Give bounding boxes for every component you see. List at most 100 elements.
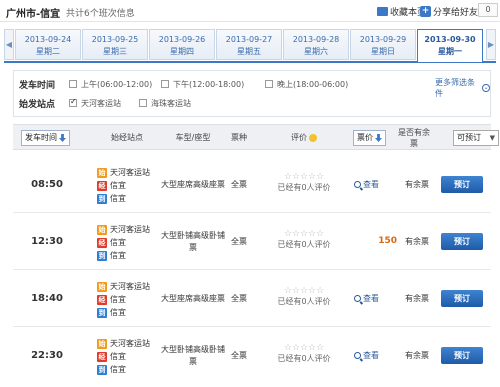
station-option-tianhe[interactable]: 天河客运站 — [69, 97, 139, 109]
station-name: 天河客运站 — [110, 168, 150, 177]
option-label: 下午(12:00-18:00) — [173, 79, 245, 89]
rating-header-label: 评价 — [291, 133, 307, 142]
checkbox[interactable] — [161, 80, 169, 88]
table-row: 18:40 始天河客运站 经信宜 到信宜 大型座席高级座票 全票 ☆☆☆☆☆ 已… — [13, 270, 491, 327]
view-link[interactable]: 查看 — [354, 327, 386, 384]
station-start: 始天河客运站 — [97, 337, 157, 350]
rating-header: 评价 — [269, 125, 339, 151]
share-link[interactable]: + 分享给好友 — [420, 5, 478, 18]
bus-type: 大型座席高级座票 — [161, 179, 225, 189]
date-tab[interactable]: 2013-09-29 星期日 — [350, 29, 416, 60]
station-start: 始天河客运站 — [97, 223, 157, 236]
sort-by-time-button[interactable]: 发车时间 — [21, 130, 70, 146]
checkbox[interactable] — [139, 99, 147, 107]
station-list: 始天河客运站 经信宜 到信宜 — [97, 280, 157, 319]
book-button[interactable]: 预订 — [441, 290, 483, 307]
rating: ☆☆☆☆☆ 已经有0人评价 — [269, 229, 339, 250]
top-header: 广州市-信宜 共计6个班次信息 收藏本页 + 分享给好友 0 — [0, 0, 500, 22]
date-tab-date: 2013-09-25 — [91, 35, 139, 44]
station-end: 到信宜 — [97, 249, 157, 262]
date-tab[interactable]: 2013-09-25 星期三 — [82, 29, 148, 60]
depart-time: 22:30 — [31, 350, 63, 361]
view-label: 查看 — [363, 294, 379, 303]
date-tab-weekday: 星期日 — [371, 47, 395, 56]
station-name: 信宜 — [110, 181, 126, 190]
checkbox[interactable] — [265, 80, 273, 88]
view-link[interactable]: 查看 — [354, 270, 386, 327]
date-tab-date: 2013-09-27 — [225, 35, 273, 44]
ticket-type-header: 票种 — [231, 133, 247, 142]
station-end: 到信宜 — [97, 192, 157, 205]
date-tab[interactable]: 2013-09-26 星期四 — [149, 29, 215, 60]
plus-icon: + — [420, 6, 431, 17]
station-pass: 经信宜 — [97, 293, 157, 306]
star-rating-icon: ☆☆☆☆☆ — [283, 343, 325, 353]
time-filter-row: 发车时间 上午(06:00-12:00) 下午(12:00-18:00) 晚上(… — [19, 77, 348, 91]
ticket-type: 全票 — [231, 237, 247, 246]
date-tab[interactable]: 2013-09-27 星期五 — [216, 29, 282, 60]
book-button[interactable]: 预订 — [441, 347, 483, 364]
more-filters-link[interactable]: 更多筛选条件 ⌄ — [435, 77, 490, 99]
filter-panel: 发车时间 上午(06:00-12:00) 下午(12:00-18:00) 晚上(… — [13, 70, 491, 117]
sort-by-price-button[interactable]: 票价 — [353, 130, 386, 146]
station-start: 始天河客运站 — [97, 280, 157, 293]
date-tab-weekday: 星期六 — [304, 47, 328, 56]
station-name: 信宜 — [110, 352, 126, 361]
date-tab[interactable]: 2013-09-24 星期二 — [15, 29, 81, 60]
more-filters-label: 更多筛选条件 — [435, 78, 475, 98]
time-filter-label: 发车时间 — [19, 80, 56, 91]
station-option-haizhu[interactable]: 海珠客运站 — [139, 98, 191, 109]
prev-dates-button[interactable]: ◀ — [4, 29, 14, 60]
bookmark-icon — [377, 7, 388, 16]
time-option-evening[interactable]: 晚上(18:00-06:00) — [265, 79, 348, 90]
station-end: 到信宜 — [97, 306, 157, 319]
date-tab-weekday: 星期五 — [237, 47, 261, 56]
rating-text: 已经有0人评价 — [277, 183, 331, 192]
route-title: 广州市-信宜 — [6, 9, 61, 20]
bus-type: 大型卧铺高级卧铺票 — [161, 230, 225, 252]
checkbox-checked[interactable] — [69, 97, 77, 107]
end-badge: 到 — [97, 250, 107, 261]
book-button[interactable]: 预订 — [441, 176, 483, 193]
favorite-link[interactable]: 收藏本页 — [377, 5, 426, 18]
station-filter-row: 始发站点 天河客运站 海珠客运站 — [19, 96, 191, 110]
bus-type: 大型卧铺高级卧铺票 — [161, 344, 225, 366]
search-icon — [354, 295, 361, 302]
sort-time-label: 发车时间 — [25, 133, 57, 142]
table-row: 12:30 始天河客运站 经信宜 到信宜 大型卧铺高级卧铺票 全票 ☆☆☆☆☆ … — [13, 213, 491, 270]
availability: 有余票 — [405, 351, 429, 360]
station-pass: 经信宜 — [97, 236, 157, 249]
time-option-morning[interactable]: 上午(06:00-12:00) — [69, 79, 161, 90]
station-name: 信宜 — [110, 308, 126, 317]
ticket-type: 全票 — [231, 351, 247, 360]
rating: ☆☆☆☆☆ 已经有0人评价 — [269, 286, 339, 307]
option-label: 晚上(18:00-06:00) — [277, 79, 349, 89]
pass-badge: 经 — [97, 351, 107, 362]
rating-text: 已经有0人评价 — [277, 354, 331, 363]
rating-text: 已经有0人评价 — [277, 240, 331, 249]
sort-down-icon — [59, 134, 66, 142]
depart-time: 08:50 — [31, 179, 63, 190]
trip-count: 共计6个班次信息 — [66, 9, 135, 19]
option-label: 上午(06:00-12:00) — [81, 79, 153, 89]
table-header: 发车时间 始经站点 车型/座型 票种 评价 票价 是否有余票 可预订 ▼ — [13, 124, 499, 151]
star-rating-icon: ☆☆☆☆☆ — [283, 229, 325, 239]
ticket-type: 全票 — [231, 180, 247, 189]
station-list: 始天河客运站 经信宜 到信宜 — [97, 223, 157, 262]
time-option-afternoon[interactable]: 下午(12:00-18:00) — [161, 79, 265, 90]
end-badge: 到 — [97, 193, 107, 204]
bookable-select[interactable]: 可预订 ▼ — [453, 130, 499, 146]
table-row: 22:30 始天河客运站 经信宜 到信宜 大型卧铺高级卧铺票 全票 ☆☆☆☆☆ … — [13, 327, 491, 384]
stations-header: 始经站点 — [111, 133, 143, 142]
view-link[interactable]: 查看 — [354, 156, 386, 213]
checkbox[interactable] — [69, 80, 77, 88]
station-name: 信宜 — [110, 365, 126, 374]
station-pass: 经信宜 — [97, 179, 157, 192]
date-tab[interactable]: 2013-09-28 星期六 — [283, 29, 349, 60]
book-button[interactable]: 预订 — [441, 233, 483, 250]
date-tab-weekday: 星期四 — [170, 47, 194, 56]
date-tab-active[interactable]: 2013-09-30 星期一 — [417, 29, 483, 62]
next-dates-button[interactable]: ▶ — [486, 29, 496, 60]
station-end: 到信宜 — [97, 363, 157, 376]
availability: 有余票 — [405, 294, 429, 303]
